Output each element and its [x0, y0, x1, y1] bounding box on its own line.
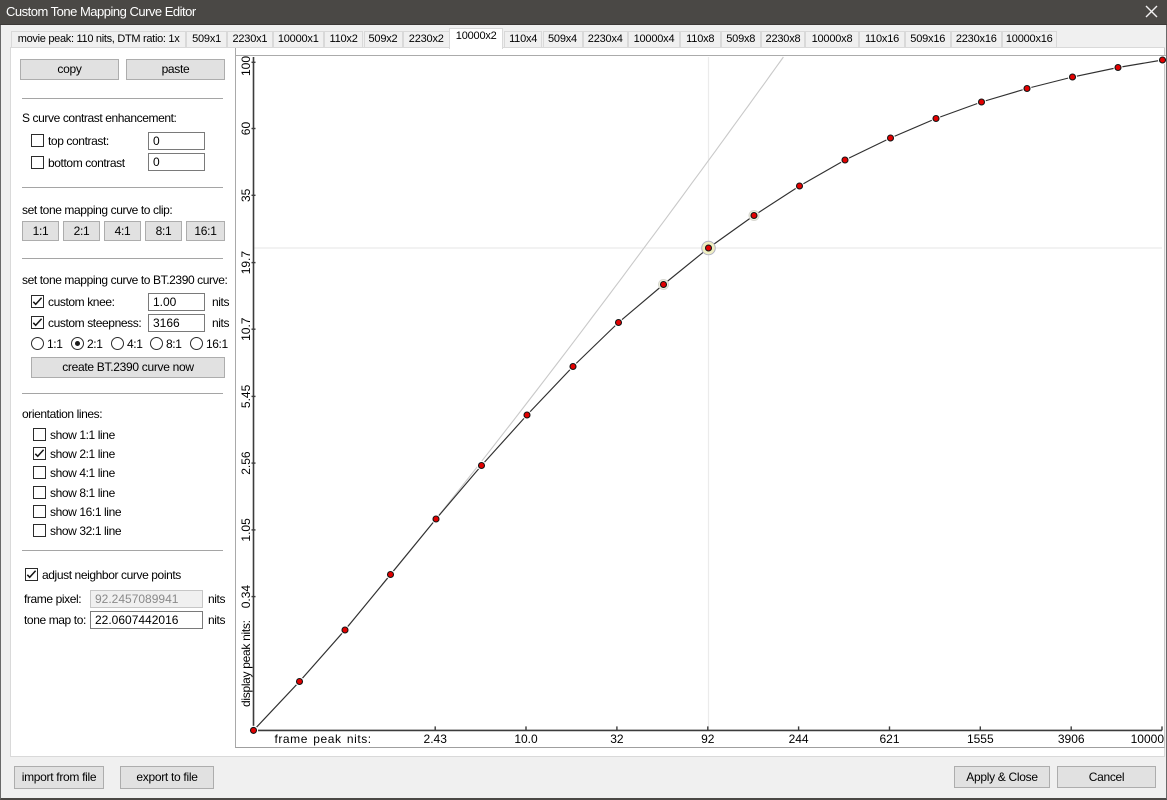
svg-text:0.34: 0.34: [239, 585, 253, 609]
svg-text:10.0: 10.0: [514, 732, 538, 746]
svg-text:100: 100: [239, 56, 253, 76]
svg-text:2.56: 2.56: [239, 451, 253, 475]
svg-text:display peak nits:: display peak nits:: [239, 620, 253, 707]
svg-text:32: 32: [610, 732, 624, 746]
svg-text:60: 60: [239, 122, 253, 136]
svg-text:35: 35: [239, 188, 253, 202]
svg-text:1.05: 1.05: [239, 518, 253, 542]
svg-text:621: 621: [879, 732, 899, 746]
svg-text:244: 244: [789, 732, 809, 746]
svg-text:92: 92: [701, 732, 715, 746]
svg-text:frame peak nits:: frame peak nits:: [275, 732, 372, 746]
svg-text:5.45: 5.45: [239, 384, 253, 408]
svg-text:1555: 1555: [967, 732, 994, 746]
svg-text:10000: 10000: [1131, 732, 1165, 746]
svg-text:19.7: 19.7: [239, 251, 253, 275]
svg-text:2.43: 2.43: [424, 732, 448, 746]
svg-text:3906: 3906: [1058, 732, 1085, 746]
svg-text:10.7: 10.7: [239, 317, 253, 341]
